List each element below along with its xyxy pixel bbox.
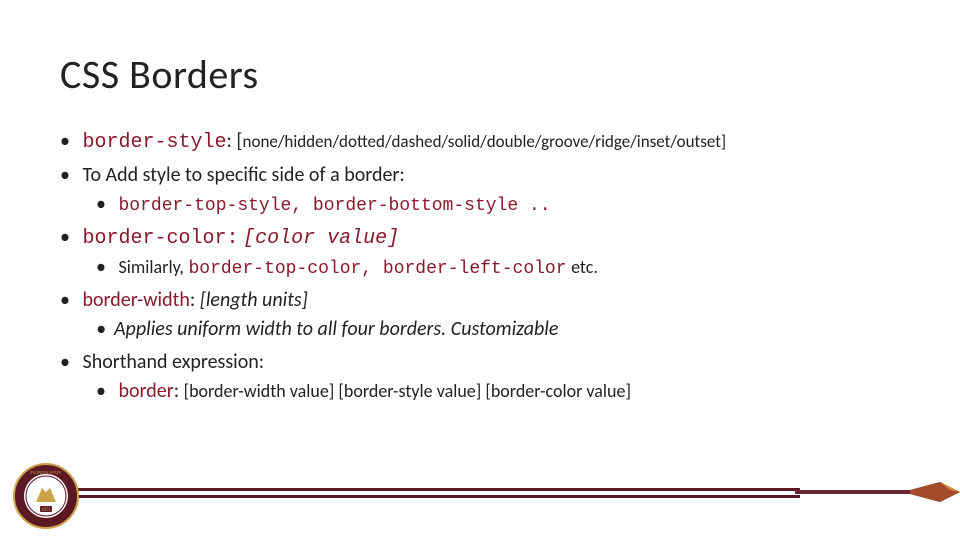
bullet-shorthand-sub: border: [border-width value] [border-sty…: [96, 377, 900, 406]
bullet-side-style: To Add style to specific side of a borde…: [60, 161, 900, 219]
slide-title: CSS Borders: [60, 50, 900, 99]
bullet-side-style-sub: border-top-style, border-bottom-style ..: [96, 190, 900, 219]
shorthand-values: [border-width value] [border-style value…: [184, 380, 631, 402]
bullet-border-width-sub: Applies uniform width to all four border…: [96, 315, 900, 344]
spear-icon: [790, 470, 960, 514]
bullet-border-color: border-color: [color value] Similarly, b…: [60, 223, 900, 282]
bullet-border-color-sub: Similarly, border-top-color, border-left…: [96, 253, 900, 282]
prop-border-width: border-width: [83, 288, 190, 312]
fsu-seal-icon: 1851 FLORIDA STATE: [12, 462, 80, 530]
bullet-border-style: border-style: [none/hidden/dotted/dashed…: [60, 127, 900, 157]
bullet-shorthand: Shorthand expression: border: [border-wi…: [60, 348, 900, 406]
slide-content: border-style: [none/hidden/dotted/dashed…: [60, 127, 900, 406]
prop-border-style: border-style: [83, 131, 227, 154]
bullet-border-width: border-width: [length units] Applies uni…: [60, 286, 900, 344]
prop-border-shorthand: border: [119, 379, 174, 403]
footer-divider: [70, 486, 960, 500]
svg-text:1851: 1851: [41, 508, 52, 513]
border-style-values: none/hidden/dotted/dashed/solid/double/g…: [243, 131, 727, 152]
border-width-value: [length units]: [200, 288, 308, 312]
prop-border-color: border-color:: [83, 227, 239, 250]
svg-text:FLORIDA STATE: FLORIDA STATE: [30, 470, 62, 475]
